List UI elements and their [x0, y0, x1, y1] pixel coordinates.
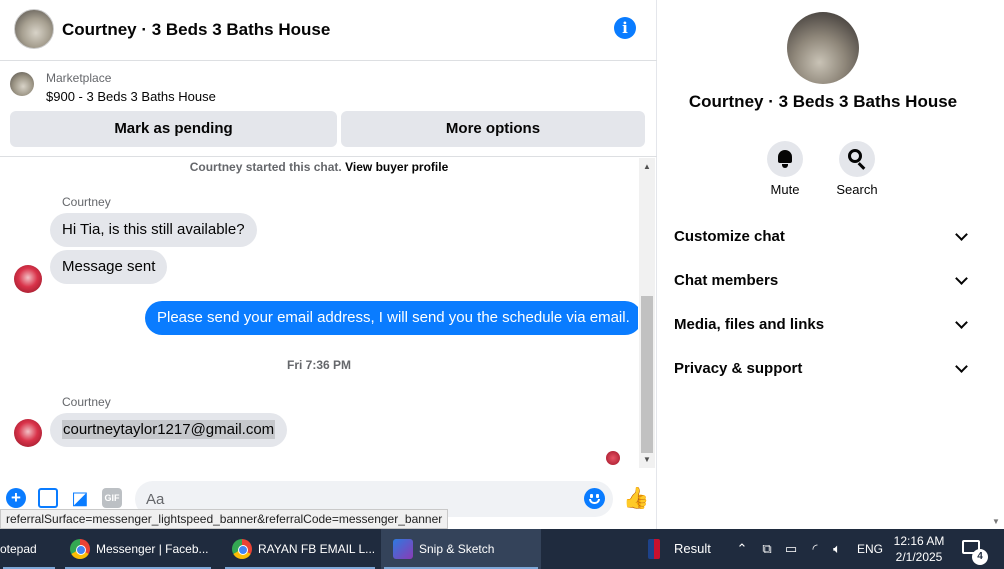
battery-icon[interactable]: ▭ — [782, 529, 800, 569]
taskbar-item-rayan[interactable]: RAYAN FB EMAIL L... — [222, 529, 378, 569]
scroll-down-arrow-icon[interactable]: ▼ — [639, 455, 655, 464]
scrollbar-thumb[interactable] — [641, 296, 653, 453]
search-button[interactable]: Search — [829, 141, 885, 197]
details-title: Courtney · 3 Beds 3 Baths House — [688, 92, 958, 111]
page-scrollbar[interactable]: ▼ — [988, 0, 1004, 529]
taskbar: otepad Messenger | Faceb... RAYAN FB EMA… — [0, 529, 1004, 569]
clock[interactable]: 12:16 AM 2/1/2025 — [888, 533, 950, 565]
listing-thumbnail[interactable] — [10, 72, 34, 96]
more-options-button[interactable]: More options — [341, 111, 645, 147]
emoji-icon[interactable] — [584, 488, 605, 509]
wifi-icon[interactable]: ◜ — [806, 529, 824, 569]
search-icon[interactable] — [839, 141, 875, 177]
mute-button[interactable]: Mute — [757, 141, 813, 197]
gif-icon[interactable]: GIF — [102, 488, 122, 508]
taskbar-item-label: Messenger | Faceb... — [96, 542, 209, 556]
chat-title[interactable]: Courtney · 3 Beds 3 Baths House — [62, 20, 330, 40]
image-icon[interactable] — [38, 488, 58, 508]
section-privacy-support[interactable]: Privacy & support — [674, 348, 972, 392]
sender-name: Courtney — [62, 195, 111, 209]
taskbar-item-snip-sketch[interactable]: Snip & Sketch — [381, 529, 541, 569]
chat-started-notice: Courtney started this chat. View buyer p… — [0, 160, 638, 174]
view-buyer-profile-link[interactable]: View buyer profile — [345, 160, 448, 174]
chrome-icon — [232, 539, 252, 559]
outgoing-message[interactable]: Please send your email address, I will s… — [145, 301, 638, 335]
taskbar-item-messenger[interactable]: Messenger | Faceb... — [62, 529, 214, 569]
chevron-down-icon[interactable] — [955, 228, 968, 241]
message-timestamp: Fri 7:36 PM — [286, 358, 352, 372]
message-scrollbar[interactable]: ▲ ▼ — [639, 158, 655, 468]
volume-icon[interactable]: 🔈︎ — [828, 529, 846, 569]
info-icon[interactable]: i — [614, 17, 636, 39]
contact-avatar[interactable] — [14, 9, 54, 49]
taskbar-item-notepad[interactable]: otepad — [0, 529, 58, 569]
notification-count-badge: 4 — [972, 549, 988, 565]
section-label: Customize chat — [674, 228, 785, 245]
chat-header: Courtney · 3 Beds 3 Baths House i — [0, 0, 657, 61]
marketplace-label: Marketplace — [46, 71, 112, 85]
chat-pane: Courtney · 3 Beds 3 Baths House i Market… — [0, 0, 657, 529]
clock-time: 12:16 AM — [893, 534, 945, 548]
chevron-down-icon[interactable] — [955, 272, 968, 285]
incoming-message[interactable]: courtneytaylor1217@gmail.com — [50, 413, 288, 447]
nba-icon[interactable] — [648, 539, 660, 559]
seen-indicator-avatar — [606, 451, 620, 465]
meet-now-icon[interactable]: ⧉ — [758, 529, 776, 569]
section-label: Privacy & support — [674, 360, 803, 377]
started-text: Courtney started this chat. — [189, 160, 342, 174]
sender-avatar[interactable] — [14, 419, 42, 447]
taskbar-item-label: Snip & Sketch — [419, 542, 495, 556]
section-label: Media, files and links — [674, 316, 825, 333]
incoming-message[interactable]: Message sent — [50, 250, 168, 284]
listing-title[interactable]: $900 - 3 Beds 3 Baths House — [46, 89, 216, 104]
selected-email-text[interactable]: courtneytaylor1217@gmail.com — [62, 420, 276, 439]
section-chat-members[interactable]: Chat members — [674, 260, 972, 304]
scroll-down-arrow-icon[interactable]: ▼ — [988, 517, 1004, 526]
plus-icon[interactable]: + — [6, 488, 26, 508]
sender-avatar[interactable] — [14, 265, 42, 293]
language-indicator[interactable]: ENG — [857, 529, 883, 569]
incoming-message[interactable]: Hi Tia, is this still available? — [50, 213, 257, 247]
section-label: Chat members — [674, 272, 779, 289]
chrome-icon — [70, 539, 90, 559]
chevron-down-icon[interactable] — [955, 360, 968, 373]
chevron-down-icon[interactable] — [955, 316, 968, 329]
scroll-up-arrow-icon[interactable]: ▲ — [639, 162, 655, 171]
mute-label: Mute — [770, 182, 800, 197]
sender-name: Courtney — [62, 395, 111, 409]
message-list: Courtney started this chat. View buyer p… — [0, 158, 638, 468]
status-bar-url: referralSurface=messenger_lightspeed_ban… — [0, 509, 449, 529]
search-label: Search — [836, 182, 878, 197]
sticker-icon[interactable]: ◪ — [70, 488, 90, 508]
details-pane: Courtney · 3 Beds 3 Baths House Mute Sea… — [658, 0, 988, 529]
bell-icon[interactable] — [767, 141, 803, 177]
section-media-files-links[interactable]: Media, files and links — [674, 304, 972, 348]
marketplace-banner: Marketplace $900 - 3 Beds 3 Baths House … — [0, 62, 657, 157]
details-avatar[interactable] — [787, 12, 859, 84]
mark-as-pending-button[interactable]: Mark as pending — [10, 111, 337, 147]
clock-date: 2/1/2025 — [895, 550, 943, 564]
taskbar-item-label: otepad — [0, 542, 37, 556]
chevron-up-icon[interactable]: ⌃ — [734, 529, 750, 569]
tray-result-text[interactable]: Result — [674, 529, 711, 569]
taskbar-item-label: RAYAN FB EMAIL L... — [258, 542, 376, 556]
section-customize-chat[interactable]: Customize chat — [674, 216, 972, 260]
thumbs-up-icon[interactable]: 👍 — [623, 487, 649, 511]
snip-sketch-icon — [393, 539, 413, 559]
